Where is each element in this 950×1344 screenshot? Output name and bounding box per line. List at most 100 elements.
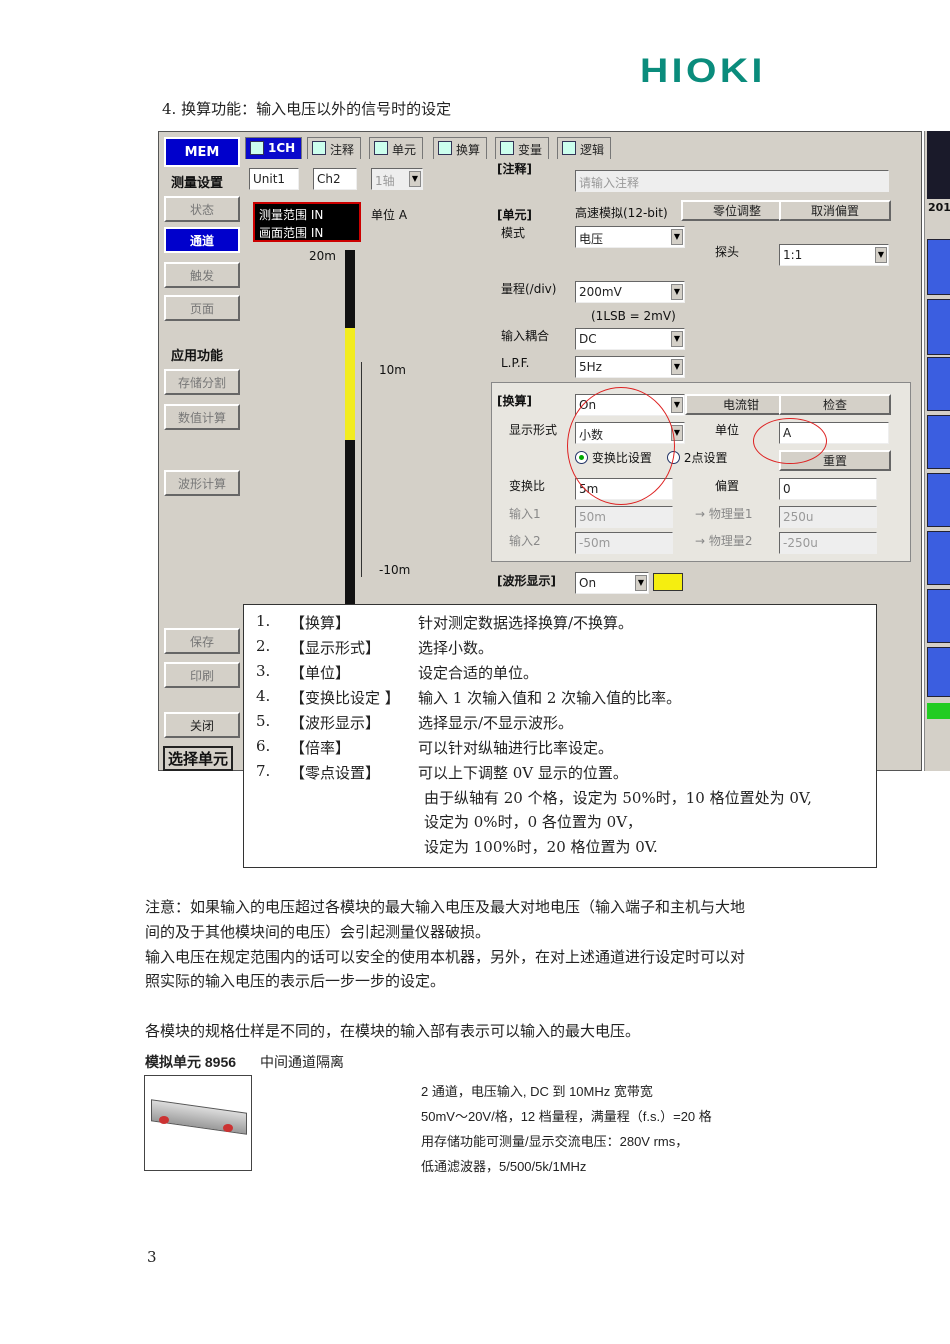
status-button[interactable]: 状态 [164, 196, 240, 222]
note-line-4: 照实际的输入电压的表示后一步一步的设定。 [145, 972, 446, 990]
info-row-desc: 设定合适的单位。 [418, 664, 539, 682]
input1-field[interactable]: 50m [575, 506, 673, 528]
highlight-oval-unit [753, 418, 827, 464]
info-extra-1: 由于纵轴有 20 个格，设定为 50%时，10 格位置处为 0V, [424, 789, 812, 807]
range-label: 量程(/div) [501, 282, 557, 296]
channel-icon [250, 141, 264, 155]
cancel-offset-button[interactable]: 取消偏置 [779, 200, 891, 221]
chevron-down-icon: ▼ [671, 331, 683, 347]
side-button-8[interactable] [927, 647, 950, 697]
mode-select[interactable]: 电压 ▼ [575, 226, 685, 248]
close-button[interactable]: 关闭 [164, 712, 240, 738]
comment-input[interactable]: 请输入注释 [575, 170, 889, 192]
right-side-strip: 201 [924, 131, 950, 771]
info-row-num: 2. [256, 637, 271, 655]
phys1-field[interactable]: 250u [779, 506, 877, 528]
tab-variable[interactable]: 变量 [495, 137, 550, 159]
module-spec-4: 低通滤波器，5/500/5k/1MHz [421, 1159, 587, 1174]
check-button[interactable]: 检查 [779, 394, 891, 415]
note-line-1: 注意：如果输入的电压超过各模块的最大输入电压及最大对地电压（输入端子和主机与大地 [145, 898, 746, 916]
page-button[interactable]: 页面 [164, 295, 240, 321]
two-point-radio[interactable]: 2点设置 [667, 449, 727, 466]
comment-section-title: [注释] [497, 162, 532, 176]
status-display [927, 131, 950, 199]
waveform-select[interactable]: On ▼ [575, 572, 649, 594]
side-button-2[interactable] [927, 299, 950, 355]
channel-select[interactable]: Ch2 [313, 168, 357, 190]
side-button-1[interactable] [927, 239, 950, 295]
wave-calc-button[interactable]: 波形计算 [164, 470, 240, 496]
info-row-name: 【单位】 [290, 664, 351, 682]
range-box: 测量范围 IN 画面范围 IN [253, 202, 361, 242]
input1-label: 输入1 [509, 507, 541, 521]
storage-split-button[interactable]: 存储分割 [164, 369, 240, 395]
module-spec-2: 50mV～20V/格，12 档量程，满量程（f.s.）=20 格 [421, 1109, 712, 1124]
mem-button[interactable]: MEM [164, 137, 240, 167]
scale-yellow-segment [345, 328, 355, 440]
probe-select[interactable]: 1:1 ▼ [779, 244, 889, 266]
module-photo [144, 1075, 252, 1171]
abc-icon [312, 141, 326, 155]
info-row-name: 【换算】 [290, 614, 351, 632]
scale-bar [345, 250, 355, 606]
logic-icon [562, 141, 576, 155]
year-label: 201 [928, 201, 950, 214]
range-unit-label: 单位 A [371, 208, 408, 222]
print-button[interactable]: 印刷 [164, 662, 240, 688]
lpf-label: L.P.F. [501, 356, 530, 370]
module-name: 模拟单元 8956 [145, 1054, 237, 1070]
info-row-desc: 选择小数。 [418, 639, 494, 657]
tab-logic[interactable]: 逻辑 [557, 137, 612, 159]
side-button-3[interactable] [927, 357, 950, 411]
module-connector [223, 1124, 233, 1132]
module-isolation: 中间通道隔离 [260, 1054, 344, 1070]
info-row-name: 【显示形式】 [290, 639, 381, 657]
unit-label: 单位 [715, 423, 740, 437]
range-select[interactable]: 200mV ▼ [575, 281, 685, 303]
section-heading: 4. 换算功能：输入电压以外的信号时的设定 [162, 100, 452, 118]
channel-button[interactable]: 通道 [164, 227, 240, 253]
info-row-num: 4. [256, 687, 271, 705]
trigger-button[interactable]: 触发 [164, 262, 240, 288]
numeric-calc-button[interactable]: 数值计算 [164, 404, 240, 430]
select-unit-label[interactable]: 选择单元 [163, 746, 234, 771]
side-button-4[interactable] [927, 415, 950, 469]
coupling-label: 输入耦合 [501, 329, 550, 343]
save-button[interactable]: 保存 [164, 628, 240, 654]
chevron-down-icon: ▼ [875, 247, 887, 263]
offset-label: 偏置 [715, 479, 740, 493]
scale-10m-label: 10m [379, 363, 406, 377]
input2-field[interactable]: -50m [575, 532, 673, 554]
hioki-logo: HIOKI [640, 52, 766, 90]
zero-adjust-button[interactable]: 零位调整 [681, 200, 793, 221]
side-button-5[interactable] [927, 473, 950, 527]
tab-1ch[interactable]: 1CH [245, 137, 303, 159]
side-button-6[interactable] [927, 531, 950, 585]
chevron-down-icon: ▼ [671, 359, 683, 375]
tab-comment[interactable]: 注释 [307, 137, 362, 159]
chevron-down-icon: ▼ [409, 171, 421, 187]
lpf-select[interactable]: 5Hz ▼ [575, 356, 685, 378]
waveform-color-swatch[interactable] [653, 573, 683, 591]
calc-icon [438, 141, 452, 155]
lsb-text: (1LSB = 2mV) [591, 309, 676, 323]
tab-conversion[interactable]: 换算 [433, 137, 488, 159]
probe-label: 探头 [715, 245, 740, 259]
highlight-oval-format [567, 387, 675, 505]
module-connector [159, 1116, 169, 1124]
info-row-num: 5. [256, 712, 271, 730]
phys2-field[interactable]: -250u [779, 532, 877, 554]
module-spec-3: 用存储功能可测量/显示交流电压：280V rms， [421, 1134, 689, 1149]
tab-unit[interactable]: 单元 [369, 137, 424, 159]
info-row-desc: 针对测定数据选择换算/不换算。 [418, 614, 634, 632]
axis-select[interactable]: 1轴 ▼ [371, 168, 423, 190]
info-row-num: 7. [256, 762, 271, 780]
status-led [927, 703, 950, 719]
offset-input[interactable]: 0 [779, 478, 877, 500]
info-row-name: 【变换比设定 】 [290, 689, 400, 707]
side-button-7[interactable] [927, 589, 950, 643]
unit-select[interactable]: Unit1 [249, 168, 299, 190]
coupling-select[interactable]: DC ▼ [575, 328, 685, 350]
conversion-section-title: [换算] [497, 394, 532, 408]
display-format-label: 显示形式 [509, 423, 558, 437]
